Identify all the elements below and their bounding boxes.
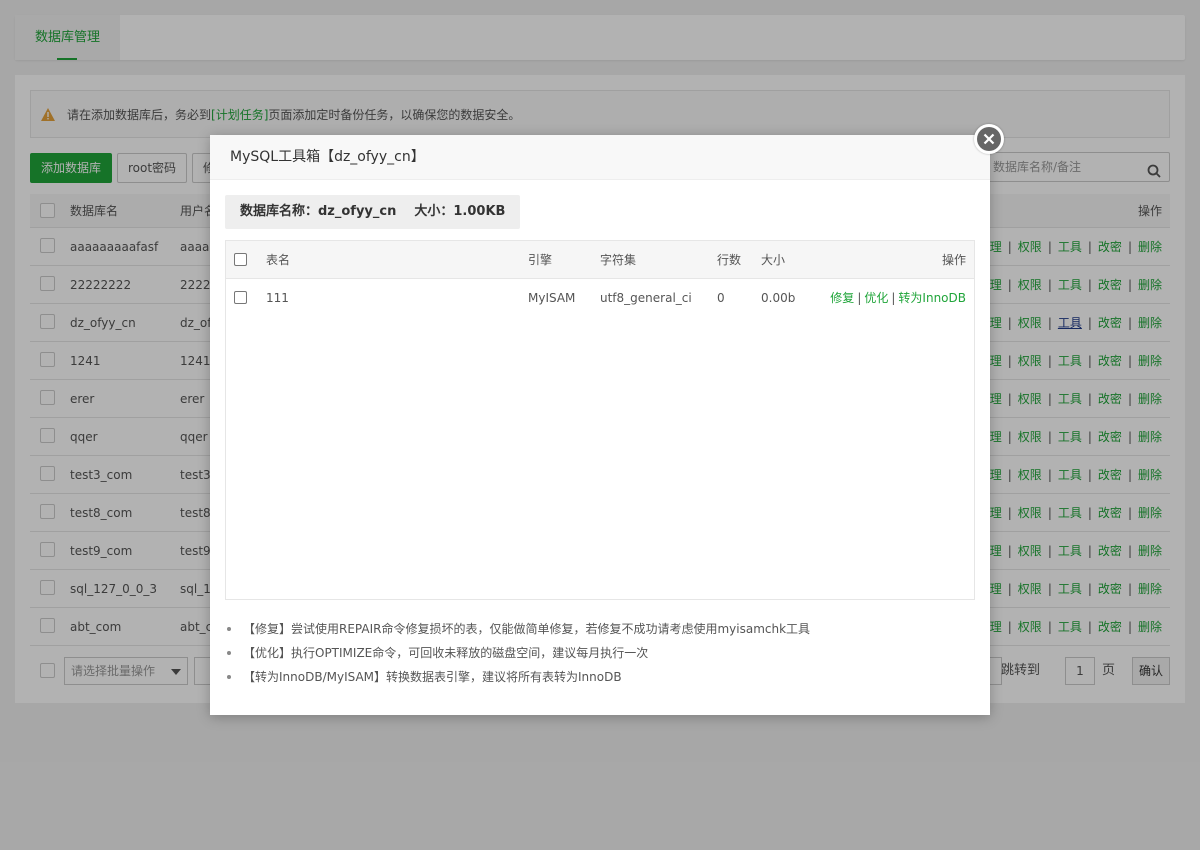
header-rows: 行数 xyxy=(717,253,742,267)
modal-title: MySQL工具箱【dz_ofyy_cn】 xyxy=(210,135,990,180)
cell-charset: utf8_general_ci xyxy=(600,291,692,305)
tip-repair: 【修复】尝试使用REPAIR命令修复损坏的表，仅能做简单修复，若修复不成功请考虑… xyxy=(225,617,975,641)
modal-close-button[interactable] xyxy=(974,124,1004,154)
table-list-header: 表名 引擎 字符集 行数 大小 操作 xyxy=(226,241,974,279)
header-table-name: 表名 xyxy=(266,253,291,267)
header-size: 大小 xyxy=(761,253,786,267)
row-checkbox[interactable] xyxy=(234,291,247,304)
tip-convert: 【转为InnoDB/MyISAM】转换数据表引擎，建议将所有表转为InnoDB xyxy=(225,665,975,689)
convert-innodb-link[interactable]: 转为InnoDB xyxy=(898,291,966,305)
repair-link[interactable]: 修复 xyxy=(830,291,854,305)
optimize-link[interactable]: 优化 xyxy=(864,291,888,305)
cell-table-name: 111 xyxy=(266,291,289,305)
cell-ops: 修复 | 优化 | 转为InnoDB xyxy=(830,279,966,317)
tip-optimize: 【优化】执行OPTIMIZE命令，可回收未释放的磁盘空间，建议每月执行一次 xyxy=(225,641,975,665)
table-select-all-checkbox[interactable] xyxy=(234,253,247,266)
db-size-label: 大小：1.00KB xyxy=(414,204,506,219)
close-icon xyxy=(977,127,1001,151)
ops-separator: | xyxy=(891,291,896,305)
tips-list: 【修复】尝试使用REPAIR命令修复损坏的表，仅能做简单修复，若修复不成功请考虑… xyxy=(225,617,975,689)
cell-engine: MyISAM xyxy=(528,291,576,305)
table-list: 表名 引擎 字符集 行数 大小 操作 111 MyISAM utf8_gener… xyxy=(225,240,975,600)
db-name-label: 数据库名称：dz_ofyy_cn xyxy=(240,204,397,219)
header-ops: 操作 xyxy=(941,253,966,267)
ops-separator: | xyxy=(857,291,862,305)
cell-size: 0.00b xyxy=(761,291,796,305)
table-row: 111 MyISAM utf8_general_ci 0 0.00b 修复 | 优化… xyxy=(226,279,974,317)
header-charset: 字符集 xyxy=(600,253,637,267)
mysql-toolbox-modal: MySQL工具箱【dz_ofyy_cn】 数据库名称：dz_ofyy_cn 大小：… xyxy=(210,135,990,715)
db-info-box: 数据库名称：dz_ofyy_cn 大小：1.00KB xyxy=(225,195,521,229)
header-engine: 引擎 xyxy=(528,253,553,267)
cell-rows: 0 xyxy=(717,291,725,305)
